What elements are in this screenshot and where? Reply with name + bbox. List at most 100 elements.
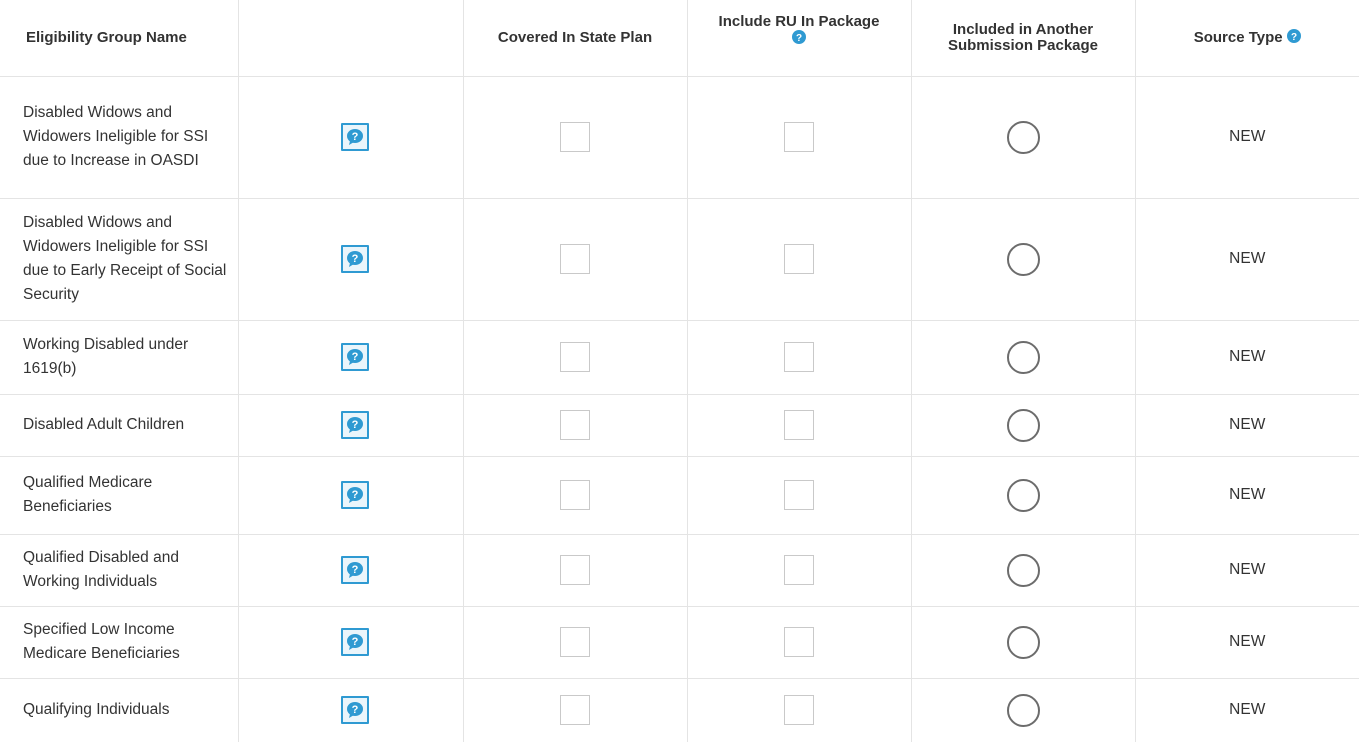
eligibility-group-name: Working Disabled under 1619(b) <box>0 320 238 395</box>
svg-text:?: ? <box>351 564 358 576</box>
svg-text:?: ? <box>351 253 358 265</box>
covered-cell <box>462 678 687 742</box>
eligibility-groups-table: Eligibility Group Name Covered In State … <box>0 0 1359 742</box>
eligibility-group-name: Disabled Adult Children <box>0 394 238 457</box>
covered-in-state-plan-checkbox[interactable] <box>560 555 590 585</box>
header-eligibility-group-name: Eligibility Group Name <box>0 0 238 77</box>
svg-text:?: ? <box>796 33 802 44</box>
include-ru-cell <box>686 456 911 535</box>
covered-in-state-plan-checkbox[interactable] <box>560 410 590 440</box>
source-type-value: NEW <box>1229 633 1266 650</box>
eligibility-group-name: Qualified Disabled and Working Individua… <box>0 534 238 607</box>
included-in-another-package-radio[interactable] <box>1006 242 1040 276</box>
header-included-in-another-submission-package: Included in Another Submission Package <box>910 0 1135 77</box>
include-ru-checkbox[interactable] <box>784 122 814 152</box>
eligibility-group-name: Disabled Widows and Widowers Ineligible … <box>0 198 238 321</box>
covered-cell <box>462 456 687 535</box>
speech-bubble-question-icon[interactable]: ? <box>340 343 369 371</box>
include-ru-checkbox[interactable] <box>784 555 814 585</box>
question-circle-icon[interactable]: ? <box>1286 28 1301 47</box>
eligibility-group-name: Disabled Widows and Widowers Ineligible … <box>0 76 238 199</box>
table-row: Specified Low Income Medicare Beneficiar… <box>0 606 1359 679</box>
speech-bubble-question-icon[interactable]: ? <box>340 123 369 151</box>
include-ru-cell <box>686 198 911 321</box>
header-source-type: Source Type ? <box>1134 0 1359 77</box>
source-type-cell: NEW <box>1134 198 1359 321</box>
included-other-cell <box>910 606 1135 679</box>
include-ru-checkbox[interactable] <box>784 627 814 657</box>
svg-text:?: ? <box>351 419 358 431</box>
info-cell: ? <box>237 76 463 199</box>
source-type-cell: NEW <box>1134 456 1359 535</box>
included-in-another-package-radio[interactable] <box>1006 478 1040 512</box>
speech-bubble-question-icon[interactable]: ? <box>340 628 369 656</box>
included-other-cell <box>910 534 1135 607</box>
table-row: Qualified Disabled and Working Individua… <box>0 534 1359 607</box>
include-ru-checkbox[interactable] <box>784 342 814 372</box>
covered-in-state-plan-checkbox[interactable] <box>560 342 590 372</box>
speech-bubble-question-icon[interactable]: ? <box>340 556 369 584</box>
info-cell: ? <box>237 678 463 742</box>
info-cell: ? <box>237 534 463 607</box>
info-cell: ? <box>237 198 463 321</box>
covered-cell <box>462 198 687 321</box>
covered-cell <box>462 320 687 395</box>
header-covered-in-state-plan: Covered In State Plan <box>462 0 687 77</box>
svg-text:?: ? <box>351 131 358 143</box>
svg-text:?: ? <box>351 351 358 363</box>
source-type-cell: NEW <box>1134 534 1359 607</box>
source-type-value: NEW <box>1229 561 1266 578</box>
source-type-value: NEW <box>1229 486 1266 503</box>
header-label: Included in Another Submission Package <box>947 20 1099 54</box>
speech-bubble-question-icon[interactable]: ? <box>340 245 369 273</box>
table-row: Qualifying Individuals ? NEW <box>0 678 1359 742</box>
source-type-value: NEW <box>1229 416 1266 433</box>
source-type-value: NEW <box>1229 348 1266 365</box>
speech-bubble-question-icon[interactable]: ? <box>340 481 369 509</box>
covered-cell <box>462 76 687 199</box>
include-ru-cell <box>686 678 911 742</box>
included-in-another-package-radio[interactable] <box>1006 340 1040 374</box>
speech-bubble-question-icon[interactable]: ? <box>340 696 369 725</box>
covered-in-state-plan-checkbox[interactable] <box>560 480 590 510</box>
source-type-value: NEW <box>1229 701 1266 719</box>
include-ru-cell <box>686 606 911 679</box>
included-in-another-package-radio[interactable] <box>1006 625 1040 659</box>
include-ru-checkbox[interactable] <box>784 695 814 726</box>
speech-bubble-question-icon[interactable]: ? <box>340 411 369 439</box>
info-cell: ? <box>237 394 463 457</box>
included-in-another-package-radio[interactable] <box>1006 553 1040 587</box>
source-type-cell: NEW <box>1134 394 1359 457</box>
table-row: Disabled Widows and Widowers Ineligible … <box>0 198 1359 321</box>
eligibility-group-name: Qualifying Individuals <box>23 701 170 719</box>
include-ru-cell <box>686 534 911 607</box>
covered-in-state-plan-checkbox[interactable] <box>560 695 590 726</box>
covered-in-state-plan-checkbox[interactable] <box>560 122 590 152</box>
include-ru-checkbox[interactable] <box>784 410 814 440</box>
header-include-ru-in-package: Include RU In Package ? <box>686 0 911 77</box>
eligibility-group-name: Specified Low Income Medicare Beneficiar… <box>0 606 238 679</box>
included-other-cell <box>910 198 1135 321</box>
covered-cell <box>462 534 687 607</box>
table-row: Disabled Widows and Widowers Ineligible … <box>0 76 1359 199</box>
header-info <box>237 0 463 77</box>
source-type-cell: NEW <box>1134 606 1359 679</box>
included-other-cell <box>910 394 1135 457</box>
included-other-cell <box>910 76 1135 199</box>
include-ru-checkbox[interactable] <box>784 244 814 274</box>
info-cell: ? <box>237 320 463 395</box>
eligibility-group-name: Qualified Medicare Beneficiaries <box>0 456 238 535</box>
table-row: Disabled Adult Children ? NEW <box>0 394 1359 457</box>
included-in-another-package-radio[interactable] <box>1006 408 1040 442</box>
include-ru-checkbox[interactable] <box>784 480 814 510</box>
svg-text:?: ? <box>351 636 358 648</box>
covered-in-state-plan-checkbox[interactable] <box>560 244 590 274</box>
include-ru-cell <box>686 394 911 457</box>
include-ru-cell <box>686 320 911 395</box>
source-type-value: NEW <box>1229 128 1266 145</box>
included-other-cell <box>910 320 1135 395</box>
covered-in-state-plan-checkbox[interactable] <box>560 627 590 657</box>
included-in-another-package-radio[interactable] <box>1006 693 1040 727</box>
question-circle-icon[interactable]: ? <box>792 30 806 48</box>
included-in-another-package-radio[interactable] <box>1006 120 1040 154</box>
